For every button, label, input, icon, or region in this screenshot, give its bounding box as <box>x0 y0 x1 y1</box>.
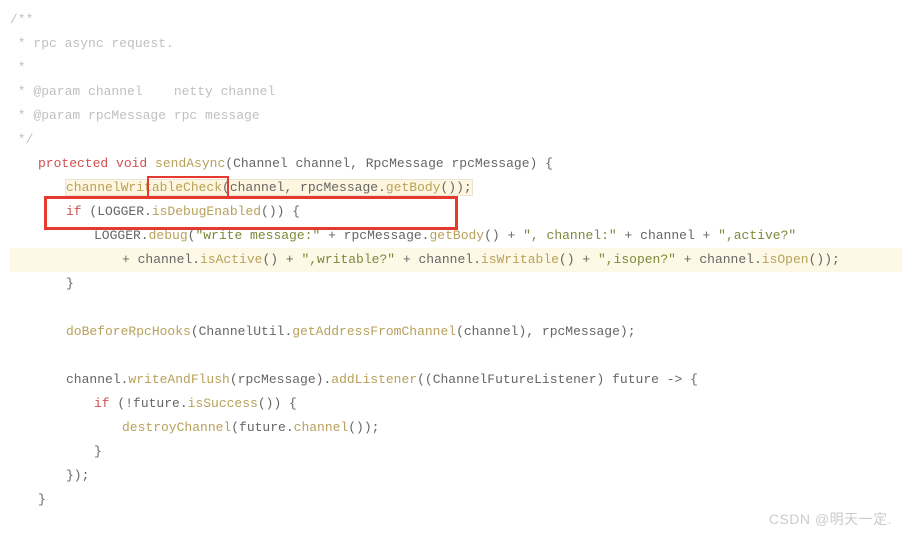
javadoc-line: * @param rpcMessage rpc message <box>10 104 902 128</box>
fn-issuccess: isSuccess <box>188 396 258 411</box>
blank-line <box>10 296 902 320</box>
str: ", channel:" <box>523 228 617 243</box>
javadoc-line: */ <box>10 128 902 152</box>
keyword-if: if <box>94 396 110 411</box>
p: + channel. <box>676 252 762 267</box>
write-and-flush: channel.writeAndFlush(rpcMessage).addLis… <box>10 368 902 392</box>
keyword-void: void <box>116 156 147 171</box>
open: (ChannelUtil. <box>191 324 292 339</box>
p: + channel. <box>395 252 481 267</box>
call-hooks: doBeforeRpcHooks(ChannelUtil.getAddressF… <box>10 320 902 344</box>
code-block: /** * rpc async request. * * @param chan… <box>10 8 902 512</box>
args-close: ()); <box>440 180 471 195</box>
method-signature: protected void sendAsync(Channel channel… <box>10 152 902 176</box>
method-params: (Channel channel, RpcMessage rpcMessage)… <box>225 156 553 171</box>
fn-destroy: destroyChannel <box>122 420 231 435</box>
close-brace: } <box>10 440 902 464</box>
javadoc-line: * @param channel netty channel <box>10 80 902 104</box>
close: ()); <box>348 420 379 435</box>
fn-channel: channel <box>294 420 349 435</box>
fn-getbody: getBody <box>429 228 484 243</box>
p: + rpcMessage. <box>320 228 429 243</box>
p: () + <box>262 252 301 267</box>
fn-getbody: getBody <box>386 180 441 195</box>
fn-getaddr: getAddressFromChannel <box>292 324 456 339</box>
p: + channel + <box>617 228 718 243</box>
fn-isactive: isActive <box>200 252 262 267</box>
javadoc-line: * rpc async request. <box>10 32 902 56</box>
javadoc-line: * <box>10 56 902 80</box>
pre: channel. <box>66 372 128 387</box>
if-success: if (!future.isSuccess()) { <box>10 392 902 416</box>
close-lambda: }); <box>10 464 902 488</box>
p: () + <box>484 228 523 243</box>
highlight-box-sendasync <box>147 176 229 198</box>
blank-line <box>10 344 902 368</box>
fn-addlistener: addListener <box>331 372 417 387</box>
keyword-protected: protected <box>38 156 108 171</box>
str: ",isopen?" <box>598 252 676 267</box>
destroy-channel: destroyChannel(future.channel()); <box>10 416 902 440</box>
fn-iswritable: isWritable <box>481 252 559 267</box>
open: (future. <box>231 420 293 435</box>
fn-debug: debug <box>149 228 188 243</box>
rest: ((ChannelFutureListener) future -> { <box>417 372 698 387</box>
javadoc-line: /** <box>10 8 902 32</box>
args: (channel, rpcMessage. <box>222 180 386 195</box>
p: + channel. <box>122 252 200 267</box>
close-brace: } <box>10 272 902 296</box>
highlight-box-writablecheck <box>44 196 458 230</box>
watermark: CSDN @明天一定. <box>769 507 892 531</box>
method-name: sendAsync <box>147 156 225 171</box>
p: () + <box>559 252 598 267</box>
str: "write message:" <box>195 228 320 243</box>
fn-hooks: doBeforeRpcHooks <box>66 324 191 339</box>
mid: (rpcMessage). <box>230 372 331 387</box>
fn-isopen: isOpen <box>762 252 809 267</box>
close: ()) { <box>258 396 297 411</box>
str: ",active?" <box>718 228 796 243</box>
logger-debug-cont: + channel.isActive() + ",writable?" + ch… <box>10 248 902 272</box>
logger-pre: LOGGER. <box>94 228 149 243</box>
p: ()); <box>809 252 840 267</box>
fn-waf: writeAndFlush <box>128 372 229 387</box>
open: (!future. <box>110 396 188 411</box>
rest: (channel), rpcMessage); <box>456 324 635 339</box>
str: ",writable?" <box>301 252 395 267</box>
